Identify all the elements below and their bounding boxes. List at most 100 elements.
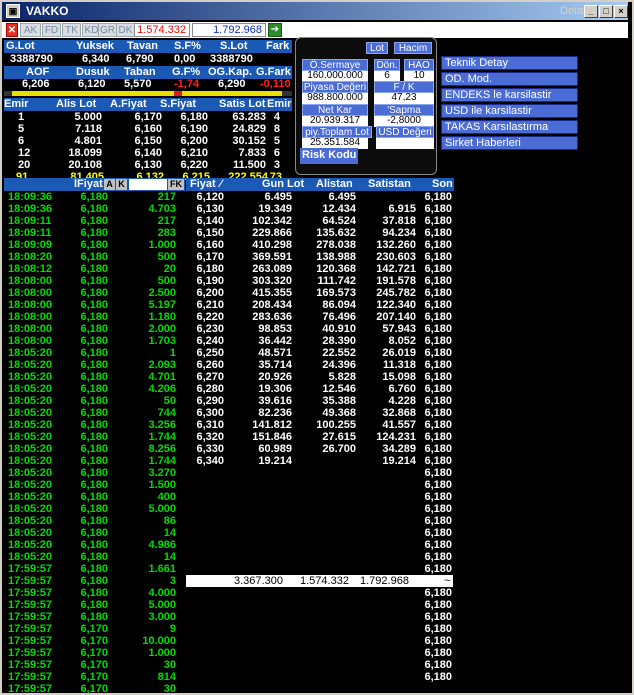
volume-row[interactable]: 6,320 151.846 27.615 124.231 6,180 [186, 431, 454, 443]
toolbar-fd-button[interactable]: FD [42, 23, 61, 37]
trade-row[interactable]: 18:08:20 6,180 500 [4, 251, 185, 263]
trade-row[interactable]: 17:59:57 6,170 10.000 [4, 635, 185, 647]
trade-row[interactable]: 18:05:20 6,180 744 [4, 407, 185, 419]
minimize-button[interactable]: _ [584, 5, 598, 18]
trade-row[interactable]: 18:05:20 6,180 1.500 [4, 479, 185, 491]
trade-row[interactable]: 18:08:00 6,180 2.000 [4, 323, 185, 335]
menu-endeks-karsilastir[interactable]: ENDEKS le karsilastir [441, 88, 578, 102]
trade-row[interactable]: 18:08:00 6,180 2.500 [4, 287, 185, 299]
trade-row[interactable]: 18:05:20 6,180 2.093 [4, 359, 185, 371]
header-satistan[interactable]: Satistan [368, 178, 411, 191]
trade-row[interactable]: 17:59:57 6,170 30 [4, 683, 185, 695]
trade-row[interactable]: 18:05:20 6,180 1 [4, 347, 185, 359]
menu-teknik-detay[interactable]: Teknik Detay [441, 56, 578, 70]
alis-filter-button[interactable]: A [104, 179, 115, 190]
close-button[interactable]: × [614, 5, 628, 18]
volume-row[interactable]: 6,180 263.089 120.368 142.721 6,180 [186, 263, 454, 275]
depth-row[interactable]: 1 5.000 6,170 6,180 63.283 4 [4, 111, 292, 123]
trade-row[interactable]: 17:59:57 6,180 1.661 [4, 563, 185, 575]
depth-row[interactable]: 20 20.108 6,130 6,220 11.500 3 [4, 159, 292, 171]
header-gun-lot[interactable]: Gun Lot [262, 178, 304, 191]
trade-row[interactable]: 18:05:20 6,180 1.744 [4, 431, 185, 443]
trade-row[interactable]: 17:59:57 6,180 5.000 [4, 599, 185, 611]
volume-row[interactable]: 6,290 39.616 35.388 4.228 6,180 [186, 395, 454, 407]
volume-row[interactable]: 6,240 36.442 28.390 8.052 6,180 [186, 335, 454, 347]
menu-usd-karsilastir[interactable]: USD ile karsilastir [441, 104, 578, 118]
trade-row[interactable]: 18:08:00 6,180 5.197 [4, 299, 185, 311]
trade-row[interactable]: 17:59:57 6,170 9 [4, 623, 185, 635]
volume-row[interactable]: 6,220 283.636 76.496 207.140 6,180 [186, 311, 454, 323]
trade-row[interactable]: 17:59:57 6,170 30 [4, 659, 185, 671]
menu-od-mod[interactable]: OD. Mod. [441, 72, 578, 86]
volume-row[interactable]: 6,170 369.591 138.988 230.603 6,180 [186, 251, 454, 263]
risk-kodu-button[interactable]: Risk Kodu [300, 148, 358, 164]
menu-sirket-haberleri[interactable]: Sirket Haberleri [441, 136, 578, 150]
trade-row[interactable]: 18:09:11 6,180 283 [4, 227, 185, 239]
trade-row[interactable]: 17:59:57 6,170 1.000 [4, 647, 185, 659]
trade-row[interactable]: 18:05:20 6,180 3.256 [4, 419, 185, 431]
volume-row[interactable]: 6,120 6.495 6.495 6,180 [186, 191, 454, 203]
trade-row[interactable]: 18:05:20 6,180 14 [4, 527, 185, 539]
menu-takas-karsilastirma[interactable]: TAKAS Karsılastırma [441, 120, 578, 134]
trade-row[interactable]: 18:05:20 6,180 5.000 [4, 503, 185, 515]
trade-row[interactable]: 18:05:20 6,180 400 [4, 491, 185, 503]
hacim-button[interactable]: Hacim [394, 42, 432, 54]
trade-row[interactable]: 18:05:20 6,180 1.744 [4, 455, 185, 467]
toolbar-dk-button[interactable]: DK [116, 23, 135, 37]
volume-row[interactable]: 6,300 82.236 49.368 32.868 6,180 [186, 407, 454, 419]
volume-row[interactable]: 6,330 60.989 26.700 34.289 6,180 [186, 443, 454, 455]
volume-row[interactable]: 6,260 35.714 24.396 11.318 6,180 [186, 359, 454, 371]
trade-row[interactable]: 18:08:12 6,180 20 [4, 263, 185, 275]
volume-row[interactable]: 6,130 19.349 12.434 6.915 6,180 [186, 203, 454, 215]
depth-row[interactable]: 6 4.801 6,150 6,200 30.152 5 [4, 135, 292, 147]
trade-row[interactable]: 18:05:20 6,180 50 [4, 395, 185, 407]
toolbar-ak-button[interactable]: AK [20, 23, 41, 37]
depth-row[interactable]: 5 7.118 6,160 6,190 24.829 8 [4, 123, 292, 135]
usd-degeri-label[interactable]: USD Değeri [376, 126, 434, 138]
volume-row[interactable]: 6,150 229.866 135.632 94.234 6,180 [186, 227, 454, 239]
lot-button[interactable]: Lot [366, 42, 388, 54]
trade-row[interactable]: 18:09:11 6,180 217 [4, 215, 185, 227]
fk-filter-button[interactable]: FK [168, 179, 184, 190]
toolbar-gr-button[interactable]: GR [98, 23, 117, 37]
volume-row[interactable]: 6,270 20.926 5.828 15.098 6,180 [186, 371, 454, 383]
trade-row[interactable]: 18:09:09 6,180 1.000 [4, 239, 185, 251]
title-bar[interactable]: ▣ VAKKO Detay _ □ × [2, 2, 628, 20]
volume-row[interactable]: 6,190 303.320 111.742 191.578 6,180 [186, 275, 454, 287]
trade-row[interactable]: 17:59:57 6,180 3.000 [4, 611, 185, 623]
trade-row[interactable]: 18:05:20 6,180 4.206 [4, 383, 185, 395]
trade-row[interactable]: 18:09:36 6,180 217 [4, 191, 185, 203]
trade-row[interactable]: 18:08:00 6,180 500 [4, 275, 185, 287]
volume-row[interactable]: 6,280 19.306 12.546 6.760 6,180 [186, 383, 454, 395]
header-alistan[interactable]: Alistan [316, 178, 353, 191]
volume-row[interactable]: 6,200 415.355 169.573 245.782 6,180 [186, 287, 454, 299]
trade-row[interactable]: 18:05:20 6,180 14 [4, 551, 185, 563]
trade-row[interactable]: 18:08:00 6,180 1.180 [4, 311, 185, 323]
window-system-icon[interactable]: ▣ [6, 4, 20, 18]
volume-row[interactable]: 6,340 19.214 19.214 6,180 [186, 455, 454, 467]
trade-row[interactable]: 18:09:36 6,180 4.703 [4, 203, 185, 215]
volume-row[interactable]: 6,160 410.298 278.038 132.260 6,180 [186, 239, 454, 251]
trade-row[interactable]: 18:05:20 6,180 86 [4, 515, 185, 527]
trade-row[interactable]: 17:59:57 6,180 4.000 [4, 587, 185, 599]
trade-row[interactable]: 18:05:20 6,180 8.256 [4, 443, 185, 455]
trade-row[interactable]: 18:08:00 6,180 1.703 [4, 335, 185, 347]
go-arrow-icon[interactable]: ➔ [268, 23, 282, 37]
trade-row[interactable]: 17:59:57 6,170 814 [4, 671, 185, 683]
volume-row[interactable]: 6,210 208.434 86.094 122.340 6,180 [186, 299, 454, 311]
trade-row[interactable]: 18:05:20 6,180 4.986 [4, 539, 185, 551]
header-fiyat[interactable]: Fiyat [190, 178, 216, 191]
close-symbol-icon[interactable]: ✕ [6, 23, 18, 37]
maximize-button[interactable]: □ [599, 5, 613, 18]
trade-row[interactable]: 17:59:57 6,180 3 [4, 575, 185, 587]
trade-row[interactable]: 18:05:20 6,180 4.701 [4, 371, 185, 383]
volume-row[interactable]: 6,250 48.571 22.552 26.019 6,180 [186, 347, 454, 359]
satis-filter-button[interactable]: K [116, 179, 127, 190]
depth-row[interactable]: 12 18.099 6,140 6,210 7.833 6 [4, 147, 292, 159]
volume-row[interactable]: 6,230 98.853 40.910 57.943 6,180 [186, 323, 454, 335]
volume-row[interactable]: 6,140 102.342 64.524 37.818 6,180 [186, 215, 454, 227]
trade-filter-input[interactable] [129, 179, 167, 190]
trade-row[interactable]: 18:05:20 6,180 3.270 [4, 467, 185, 479]
volume-row[interactable]: 6,310 141.812 100.255 41.557 6,180 [186, 419, 454, 431]
header-son[interactable]: Son [432, 178, 453, 191]
